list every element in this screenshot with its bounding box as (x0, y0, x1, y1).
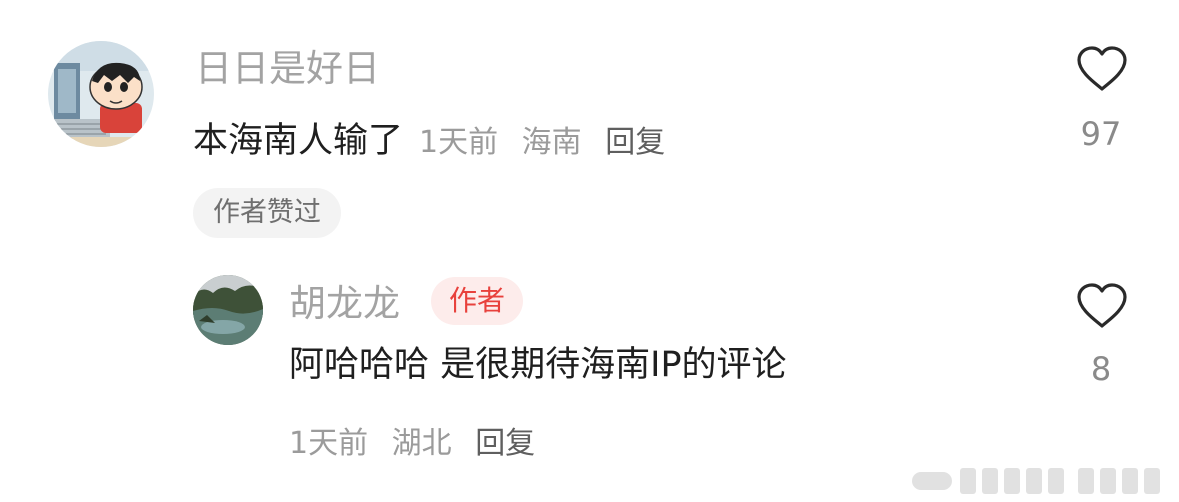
like-count: 97 (1080, 115, 1122, 153)
like-count: 8 (1090, 350, 1112, 388)
heart-icon[interactable] (1075, 282, 1129, 330)
reply-button[interactable]: 回复 (475, 426, 535, 461)
avatar[interactable] (48, 41, 154, 147)
comment-line: 本海南人输了 1天前 海南 回复 (193, 117, 679, 161)
avatar[interactable] (193, 275, 263, 345)
comment-meta: 1天前 湖北 回复 (289, 418, 549, 462)
location: 海南 (521, 125, 582, 160)
username[interactable]: 日日是好日 (195, 50, 380, 87)
watermark (912, 462, 1177, 498)
timestamp: 1天前 (419, 125, 499, 160)
comment-text: 阿哈哈哈 是很期待海南IP的评论 (289, 345, 787, 385)
comment-meta: 1天前 海南 回复 (419, 117, 679, 161)
reply-button[interactable]: 回复 (605, 125, 665, 160)
landscape-avatar-image (193, 275, 263, 345)
heart-icon[interactable] (1075, 45, 1129, 93)
author-badge: 作者 (431, 277, 523, 325)
cartoon-avatar-image (48, 41, 154, 147)
location: 湖北 (391, 426, 452, 461)
author-liked-badge: 作者赞过 (193, 188, 341, 238)
timestamp: 1天前 (289, 426, 369, 461)
comment-text: 本海南人输了 (193, 121, 404, 161)
username[interactable]: 胡龙龙 (289, 285, 400, 322)
